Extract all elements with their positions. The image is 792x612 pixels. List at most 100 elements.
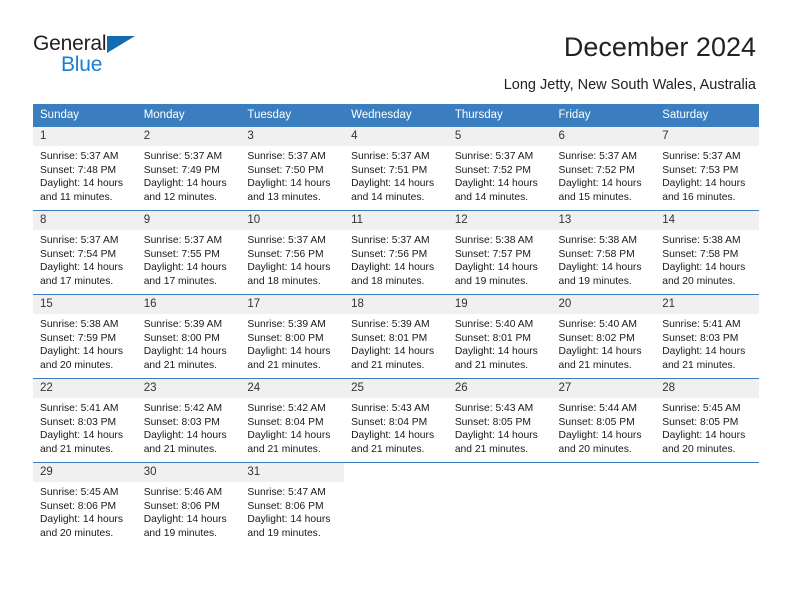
sunrise-text: Sunrise: 5:37 AM — [662, 151, 741, 162]
day-cell[interactable]: 20 Sunrise: 5:40 AM Sunset: 8:02 PM Dayl… — [551, 294, 656, 379]
day-cell[interactable]: 16 Sunrise: 5:39 AM Sunset: 8:00 PM Dayl… — [136, 294, 241, 379]
daylight-text-line1: Daylight: 14 hours — [558, 262, 642, 274]
sunset-text: Sunset: 8:01 PM — [351, 332, 428, 344]
daylight-text-line1: Daylight: 14 hours — [454, 262, 538, 274]
day-cell[interactable]: 31 Sunrise: 5:47 AM Sunset: 8:06 PM Dayl… — [240, 462, 345, 546]
day-info: Sunrise: 5:37 AM Sunset: 7:49 PM Dayligh… — [137, 146, 241, 204]
day-info: Sunrise: 5:38 AM Sunset: 7:58 PM Dayligh… — [552, 230, 656, 288]
daylight-text-line2: and 21 minutes. — [662, 359, 736, 371]
day-info: Sunrise: 5:37 AM Sunset: 7:56 PM Dayligh… — [240, 230, 344, 288]
weekday-header-wednesday: Wednesday — [344, 104, 448, 127]
sunrise-text: Sunrise: 5:40 AM — [454, 319, 534, 330]
daylight-text-line1: Daylight: 14 hours — [351, 430, 435, 442]
day-cell[interactable]: 19 Sunrise: 5:40 AM Sunset: 8:01 PM Dayl… — [447, 294, 552, 379]
day-cell[interactable]: 2 Sunrise: 5:37 AM Sunset: 7:49 PM Dayli… — [136, 126, 241, 211]
day-cell[interactable]: 29 Sunrise: 5:45 AM Sunset: 8:06 PM Dayl… — [33, 462, 137, 546]
day-cell[interactable]: 11 Sunrise: 5:37 AM Sunset: 7:56 PM Dayl… — [344, 210, 448, 295]
day-cell[interactable]: 15 Sunrise: 5:38 AM Sunset: 7:59 PM Dayl… — [33, 294, 137, 379]
calendar-page: General Blue December 2024 Long Jetty, N… — [0, 0, 792, 612]
day-number: 11 — [344, 211, 448, 230]
day-info: Sunrise: 5:46 AM Sunset: 8:06 PM Dayligh… — [137, 482, 241, 540]
day-cell[interactable]: 4 Sunrise: 5:37 AM Sunset: 7:51 PM Dayli… — [344, 126, 448, 211]
day-cell[interactable]: 3 Sunrise: 5:37 AM Sunset: 7:50 PM Dayli… — [240, 126, 345, 211]
day-info: Sunrise: 5:38 AM Sunset: 7:57 PM Dayligh… — [448, 230, 552, 288]
weekday-header-sunday: Sunday — [33, 104, 137, 127]
day-info: Sunrise: 5:37 AM Sunset: 7:54 PM Dayligh… — [33, 230, 137, 288]
daylight-text-line1: Daylight: 14 hours — [351, 178, 435, 190]
calendar-week-row: 1 Sunrise: 5:37 AM Sunset: 7:48 PM Dayli… — [33, 126, 759, 211]
day-cell[interactable]: 27 Sunrise: 5:44 AM Sunset: 8:05 PM Dayl… — [551, 378, 656, 463]
day-cell-empty — [447, 462, 552, 546]
day-info: Sunrise: 5:42 AM Sunset: 8:03 PM Dayligh… — [137, 398, 241, 456]
day-cell[interactable]: 9 Sunrise: 5:37 AM Sunset: 7:55 PM Dayli… — [136, 210, 241, 295]
day-number: 15 — [33, 295, 137, 314]
day-cell[interactable]: 6 Sunrise: 5:37 AM Sunset: 7:52 PM Dayli… — [551, 126, 656, 211]
day-cell[interactable]: 24 Sunrise: 5:42 AM Sunset: 8:04 PM Dayl… — [240, 378, 345, 463]
day-number: 26 — [447, 379, 552, 398]
weekday-header-tuesday: Tuesday — [240, 104, 345, 127]
sunset-text: Sunset: 8:03 PM — [40, 416, 117, 428]
daylight-text-line2: and 11 minutes. — [40, 191, 113, 203]
sunrise-text: Sunrise: 5:43 AM — [454, 403, 534, 414]
day-cell[interactable]: 23 Sunrise: 5:42 AM Sunset: 8:03 PM Dayl… — [136, 378, 241, 463]
daylight-text-line1: Daylight: 14 hours — [454, 430, 538, 442]
sunset-text: Sunset: 7:53 PM — [662, 164, 739, 176]
sunrise-text: Sunrise: 5:37 AM — [558, 151, 637, 162]
sunset-text: Sunset: 8:06 PM — [247, 500, 324, 512]
day-info: Sunrise: 5:39 AM Sunset: 8:00 PM Dayligh… — [137, 314, 241, 372]
daylight-text-line1: Daylight: 14 hours — [662, 346, 746, 358]
daylight-text-line1: Daylight: 14 hours — [558, 346, 642, 358]
sunrise-text: Sunrise: 5:37 AM — [454, 151, 534, 162]
daylight-text-line2: and 14 minutes. — [351, 191, 425, 203]
daylight-text-line1: Daylight: 14 hours — [143, 346, 227, 358]
day-cell[interactable]: 13 Sunrise: 5:38 AM Sunset: 7:58 PM Dayl… — [551, 210, 656, 295]
day-cell[interactable]: 30 Sunrise: 5:46 AM Sunset: 8:06 PM Dayl… — [136, 462, 241, 546]
day-cell[interactable]: 17 Sunrise: 5:39 AM Sunset: 8:00 PM Dayl… — [240, 294, 345, 379]
sunrise-text: Sunrise: 5:37 AM — [40, 151, 119, 162]
day-info: Sunrise: 5:41 AM Sunset: 8:03 PM Dayligh… — [655, 314, 759, 372]
day-cell-empty — [344, 462, 448, 546]
sunset-text: Sunset: 8:06 PM — [143, 500, 220, 512]
day-number — [447, 463, 552, 482]
day-number: 10 — [240, 211, 345, 230]
day-cell[interactable]: 5 Sunrise: 5:37 AM Sunset: 7:52 PM Dayli… — [447, 126, 552, 211]
day-cell[interactable]: 12 Sunrise: 5:38 AM Sunset: 7:57 PM Dayl… — [447, 210, 552, 295]
day-info: Sunrise: 5:37 AM Sunset: 7:48 PM Dayligh… — [33, 146, 137, 204]
day-cell[interactable]: 1 Sunrise: 5:37 AM Sunset: 7:48 PM Dayli… — [33, 126, 137, 211]
day-cell[interactable]: 10 Sunrise: 5:37 AM Sunset: 7:56 PM Dayl… — [240, 210, 345, 295]
day-info: Sunrise: 5:37 AM Sunset: 7:53 PM Dayligh… — [655, 146, 759, 204]
daylight-text-line2: and 21 minutes. — [247, 443, 321, 455]
day-info: Sunrise: 5:37 AM Sunset: 7:51 PM Dayligh… — [344, 146, 448, 204]
daylight-text-line1: Daylight: 14 hours — [40, 514, 123, 526]
day-cell[interactable]: 28 Sunrise: 5:45 AM Sunset: 8:05 PM Dayl… — [655, 378, 759, 463]
sunrise-text: Sunrise: 5:39 AM — [143, 319, 223, 330]
day-cell[interactable]: 22 Sunrise: 5:41 AM Sunset: 8:03 PM Dayl… — [33, 378, 137, 463]
sunrise-text: Sunrise: 5:42 AM — [247, 403, 326, 414]
day-cell[interactable]: 7 Sunrise: 5:37 AM Sunset: 7:53 PM Dayli… — [655, 126, 759, 211]
daylight-text-line2: and 20 minutes. — [558, 443, 632, 455]
sunset-text: Sunset: 8:04 PM — [351, 416, 428, 428]
day-cell[interactable]: 14 Sunrise: 5:38 AM Sunset: 7:58 PM Dayl… — [655, 210, 759, 295]
daylight-text-line1: Daylight: 14 hours — [247, 262, 331, 274]
day-cell[interactable]: 18 Sunrise: 5:39 AM Sunset: 8:01 PM Dayl… — [344, 294, 448, 379]
daylight-text-line2: and 12 minutes. — [143, 191, 217, 203]
day-cell[interactable]: 25 Sunrise: 5:43 AM Sunset: 8:04 PM Dayl… — [344, 378, 448, 463]
sunrise-text: Sunrise: 5:37 AM — [351, 235, 430, 246]
day-number: 31 — [240, 463, 345, 482]
daylight-text-line2: and 21 minutes. — [454, 443, 529, 455]
day-cell[interactable]: 26 Sunrise: 5:43 AM Sunset: 8:05 PM Dayl… — [447, 378, 552, 463]
day-cell[interactable]: 8 Sunrise: 5:37 AM Sunset: 7:54 PM Dayli… — [33, 210, 137, 295]
day-number: 25 — [344, 379, 448, 398]
sunset-text: Sunset: 7:48 PM — [40, 164, 117, 176]
day-info: Sunrise: 5:37 AM Sunset: 7:55 PM Dayligh… — [137, 230, 241, 288]
day-info: Sunrise: 5:37 AM Sunset: 7:52 PM Dayligh… — [552, 146, 656, 204]
sunrise-text: Sunrise: 5:38 AM — [558, 235, 637, 246]
daylight-text-line2: and 21 minutes. — [454, 359, 529, 371]
daylight-text-line2: and 21 minutes. — [351, 443, 425, 455]
logo-text-general: General — [33, 32, 107, 55]
sunset-text: Sunset: 7:54 PM — [40, 248, 117, 260]
sunset-text: Sunset: 8:02 PM — [558, 332, 635, 344]
sunrise-text: Sunrise: 5:37 AM — [351, 151, 430, 162]
page-header: General Blue December 2024 Long Jetty, N… — [0, 0, 792, 100]
day-cell[interactable]: 21 Sunrise: 5:41 AM Sunset: 8:03 PM Dayl… — [655, 294, 759, 379]
